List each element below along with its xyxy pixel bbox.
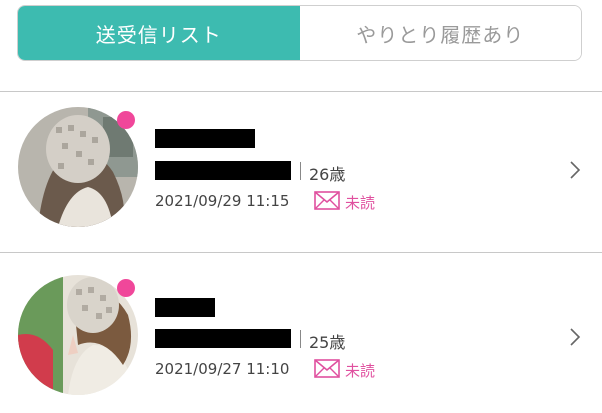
tab-bar: 送受信リスト やりとり履歴あり — [17, 5, 582, 61]
age-label: 25歳 — [309, 333, 346, 352]
redacted-name — [155, 298, 215, 317]
age-label: 26歳 — [309, 165, 346, 184]
online-status-dot — [117, 279, 135, 297]
online-status-dot — [117, 111, 135, 129]
envelope-icon — [314, 191, 340, 210]
message-date: 2021/09/27 11:10 — [155, 360, 290, 378]
list-item[interactable]: 25歳 2021/09/27 11:10 未読 — [0, 253, 602, 413]
separator — [300, 330, 301, 348]
chevron-right-icon[interactable] — [569, 160, 581, 180]
redacted-info — [155, 329, 291, 348]
redacted-name — [155, 129, 255, 148]
separator — [300, 162, 301, 180]
unread-status: 未読 — [345, 362, 376, 380]
unread-status: 未読 — [345, 194, 376, 212]
chevron-right-icon[interactable] — [569, 327, 581, 347]
envelope-icon — [314, 359, 340, 378]
tab-send-receive-list[interactable]: 送受信リスト — [18, 6, 300, 60]
redacted-info — [155, 161, 291, 180]
message-date: 2021/09/29 11:15 — [155, 192, 290, 210]
tab-exchange-history[interactable]: やりとり履歴あり — [299, 6, 581, 60]
list-item[interactable]: 26歳 2021/09/29 11:15 未読 — [0, 92, 602, 252]
